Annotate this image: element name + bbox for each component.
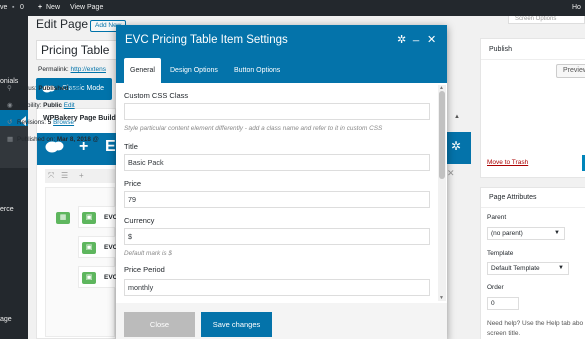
price-input[interactable]: 79 xyxy=(124,191,430,208)
sidebar-submenu xyxy=(0,126,28,168)
modal-title: EVC Pricing Table Item Settings xyxy=(125,34,288,46)
order-label: Order xyxy=(487,284,504,291)
element-icon[interactable]: ▣ xyxy=(82,272,96,284)
revisions-row: ↺ Revisions: 5 Browse xyxy=(7,119,74,126)
settings-modal: EVC Pricing Table Item Settings ✲ _ ✕ Ge… xyxy=(116,25,447,339)
modal-body: Custom CSS Class Style particular conten… xyxy=(116,83,447,303)
page-attributes-title: Page Attributes xyxy=(489,194,537,201)
tab-general[interactable]: General xyxy=(124,58,161,83)
view-page-link[interactable]: View Page xyxy=(70,4,103,11)
revisions-value: 5 xyxy=(47,119,52,126)
revisions-browse-link[interactable]: Browse xyxy=(53,119,74,126)
column-container: ▦ ▣ EVC ▣ EVC ▣ EVC xyxy=(45,187,117,337)
tab-design-options[interactable]: Design Options xyxy=(170,58,218,83)
close-icon[interactable]: ✕ xyxy=(447,168,461,180)
comments-icon[interactable]: ▪ xyxy=(12,4,14,11)
preview-button[interactable]: Preview xyxy=(556,64,585,78)
title-label: Title xyxy=(124,142,138,151)
help-text-line2: screen title. xyxy=(487,330,521,337)
box-toggle-icon[interactable]: ▲ xyxy=(454,114,460,120)
pin-icon: ⚲ xyxy=(7,85,12,92)
currency-label: Currency xyxy=(124,216,155,225)
visibility-label: Visibility: xyxy=(17,102,42,109)
divider xyxy=(481,59,585,60)
visibility-edit-link[interactable]: Edit xyxy=(64,102,75,109)
template-select[interactable]: Default Template ▼ xyxy=(487,262,569,275)
pricing-table-element-icon[interactable]: ▦ xyxy=(56,212,70,224)
plus-icon[interactable]: + xyxy=(38,4,42,11)
sidebar-item-page[interactable]: age xyxy=(0,316,12,323)
status-value: Published xyxy=(38,85,69,92)
modal-scrollbar[interactable]: ▲ ▼ xyxy=(438,85,446,301)
minimize-icon[interactable]: _ xyxy=(413,30,419,42)
screen-options-tab[interactable]: Screen Options xyxy=(508,16,585,24)
visibility-row: ◉ Visibility: Public Edit xyxy=(7,102,75,109)
publish-box-title: Publish xyxy=(489,46,512,53)
permalink-label: Permalink: xyxy=(38,66,69,73)
admin-bar: ve ▪ 0 + New View Page Ho xyxy=(0,0,585,16)
sidebar-item-testimonials[interactable]: onials xyxy=(0,78,18,85)
template-label: Template xyxy=(487,250,514,257)
row-controls: ⤧ ☰ + xyxy=(45,169,115,183)
custom-css-class-label: Custom CSS Class xyxy=(124,91,189,100)
status-row: ⚲ Status: Published Edit xyxy=(7,85,81,92)
wpbakery-toolbar-right: ✲ xyxy=(447,132,471,164)
price-period-label: Price Period xyxy=(124,265,165,274)
parent-select[interactable]: (no parent) ▼ xyxy=(487,227,565,240)
visibility-value: Public xyxy=(43,102,63,109)
page-title: Edit Page xyxy=(36,17,89,31)
price-label: Price xyxy=(124,179,142,188)
comments-count[interactable]: 0 xyxy=(20,4,24,11)
price-period-input[interactable]: monthly xyxy=(124,279,430,296)
template-value: Default Template xyxy=(491,265,540,272)
title-input[interactable]: Basic Pack xyxy=(124,154,430,171)
settings-gear-icon[interactable]: ✲ xyxy=(451,139,461,153)
tab-button-options[interactable]: Button Options xyxy=(234,58,280,83)
status-edit-link[interactable]: Edit xyxy=(70,85,81,92)
chevron-down-icon: ▼ xyxy=(554,230,560,236)
row-add-icon[interactable]: + xyxy=(79,171,84,180)
site-name-fragment[interactable]: ve xyxy=(0,4,7,11)
element-icon[interactable]: ▣ xyxy=(82,242,96,254)
modal-header: EVC Pricing Table Item Settings ✲ _ ✕ Ge… xyxy=(116,25,447,83)
calendar-icon: ▦ xyxy=(7,136,13,143)
admin-sidebar: onials erce age xyxy=(0,16,28,339)
sidebar-item-woocommerce[interactable]: erce xyxy=(0,206,14,213)
scrollbar-thumb[interactable] xyxy=(439,91,445,179)
modal-footer: Close Save changes xyxy=(116,303,447,339)
account-fragment[interactable]: Ho xyxy=(572,4,581,11)
currency-input[interactable]: $ xyxy=(124,228,430,245)
gear-icon[interactable]: ✲ xyxy=(397,33,406,46)
save-changes-button[interactable]: Save changes xyxy=(201,312,272,337)
published-label: Published on: xyxy=(17,136,56,143)
row-move-icon[interactable]: ⤧ xyxy=(48,171,54,181)
permalink-url[interactable]: http://extens xyxy=(71,66,106,73)
revisions-icon: ↺ xyxy=(7,119,13,126)
post-title-input[interactable]: Pricing Table xyxy=(36,40,126,60)
parent-label: Parent xyxy=(487,214,507,221)
element-icon[interactable]: ▣ xyxy=(82,212,96,224)
revisions-label: Revisions: xyxy=(17,119,47,126)
permalink: Permalink: http://extens xyxy=(38,66,106,73)
row-layout-icon[interactable]: ☰ xyxy=(61,171,68,180)
close-button[interactable]: Close xyxy=(124,312,195,337)
published-row: ▦ Published on: Mar 8, 2018 @ xyxy=(7,136,99,143)
published-value: Mar 8, 2018 @ xyxy=(56,136,99,143)
templates-icon[interactable]: E xyxy=(105,138,116,156)
custom-css-class-help: Style particular content element differe… xyxy=(124,125,383,132)
help-text-line1: Need help? Use the Help tab abo xyxy=(487,320,584,327)
move-to-trash-link[interactable]: Move to Trash xyxy=(487,159,528,166)
chevron-down-icon: ▼ xyxy=(558,265,564,271)
currency-help: Default mark is $ xyxy=(124,250,172,257)
eye-icon: ◉ xyxy=(7,102,13,109)
order-input[interactable]: 0 xyxy=(487,297,519,310)
scroll-down-icon[interactable]: ▼ xyxy=(439,295,444,301)
close-icon[interactable]: ✕ xyxy=(427,33,436,46)
divider xyxy=(481,207,585,208)
parent-value: (no parent) xyxy=(491,230,523,237)
publish-box: Publish xyxy=(480,38,585,178)
status-label: Status: xyxy=(17,85,37,92)
new-menu-link[interactable]: New xyxy=(46,4,60,11)
custom-css-class-input[interactable] xyxy=(124,103,430,120)
